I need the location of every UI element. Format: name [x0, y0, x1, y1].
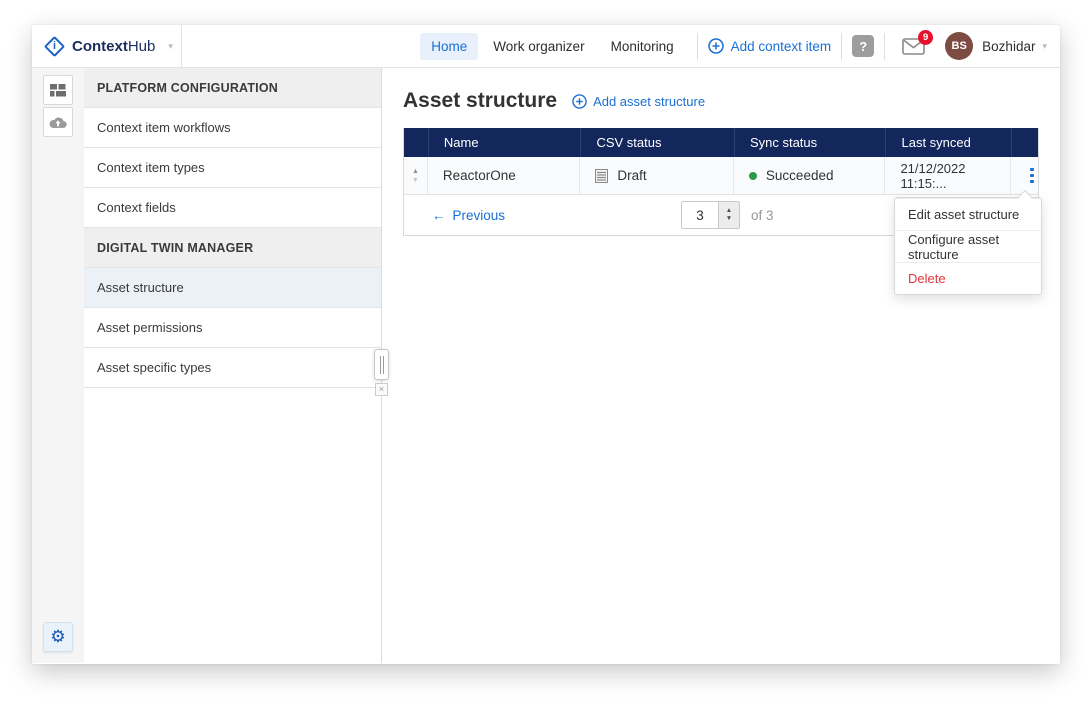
- user-menu[interactable]: BS Bozhidar ▾: [932, 32, 1047, 60]
- cell-name: ReactorOne: [428, 157, 581, 194]
- notification-badge: 9: [918, 29, 934, 45]
- row-reorder-cell: ▲ ▼: [404, 157, 428, 194]
- chevron-down-icon: ▾: [168, 40, 173, 51]
- gear-icon: ⚙: [50, 627, 66, 646]
- previous-page-button[interactable]: ← Previous: [432, 208, 505, 223]
- column-header-name: Name: [427, 128, 581, 157]
- divider: [841, 32, 843, 60]
- column-header-sync-status: Sync status: [733, 128, 886, 157]
- nav-item-context-fields[interactable]: Context fields: [84, 188, 381, 228]
- cloud-upload-button[interactable]: [43, 107, 73, 137]
- user-name: Bozhidar: [982, 38, 1036, 54]
- icon-rail: ⚙: [32, 68, 84, 663]
- nav-item-context-item-types[interactable]: Context item types: [84, 148, 381, 188]
- cell-csv-status: Draft: [580, 157, 734, 194]
- divider: [884, 32, 886, 60]
- section-header-platform-configuration: PLATFORM CONFIGURATION: [84, 68, 381, 108]
- reorder-column-header: [404, 128, 428, 157]
- help-button[interactable]: ?: [852, 35, 875, 57]
- cell-sync-status: Succeeded: [734, 157, 886, 194]
- page-title: Asset structure: [403, 89, 558, 112]
- topbar: i ContextHub ▾ Home Work organizer Monit…: [32, 25, 1060, 68]
- divider: [696, 32, 698, 60]
- table-header-row: Name CSV status Sync status Last synced: [404, 128, 1038, 157]
- page-number-input[interactable]: [681, 201, 719, 229]
- contexthub-logo-icon: i: [43, 35, 66, 57]
- menu-item-delete[interactable]: Delete: [895, 262, 1041, 294]
- tab-home[interactable]: Home: [420, 32, 479, 60]
- document-icon: [595, 168, 609, 183]
- panel-scrollbar: ×: [374, 349, 389, 396]
- plus-circle-icon: [707, 38, 724, 54]
- nav-item-context-item-workflows[interactable]: Context item workflows: [84, 108, 381, 148]
- page-count-label: of 3: [751, 207, 774, 223]
- layout-grid-icon: [50, 83, 66, 96]
- stepper-up-icon[interactable]: ▲: [726, 207, 732, 215]
- row-actions-context-menu: Edit asset structure Configure asset str…: [894, 189, 1042, 295]
- notifications-button[interactable]: 9: [902, 29, 934, 55]
- add-context-item-button[interactable]: Add context item: [707, 38, 831, 54]
- app-window: i ContextHub ▾ Home Work organizer Monit…: [32, 25, 1060, 664]
- nav-item-asset-specific-types[interactable]: Asset specific types: [84, 348, 381, 388]
- menu-item-configure-asset-structure[interactable]: Configure asset structure: [895, 230, 1041, 262]
- cloud-upload-icon: [49, 117, 67, 128]
- row-actions-kebab-icon[interactable]: [1026, 164, 1038, 188]
- menu-item-edit-asset-structure[interactable]: Edit asset structure: [895, 198, 1041, 230]
- brand-switcher[interactable]: i ContextHub ▾: [32, 25, 182, 67]
- chevron-down-icon: ▾: [1042, 40, 1047, 51]
- stepper-down-icon[interactable]: ▼: [726, 215, 732, 223]
- title-row: Asset structure Add asset structure: [403, 89, 1040, 113]
- column-header-last-synced: Last synced: [885, 128, 1011, 157]
- column-header-csv-status: CSV status: [580, 128, 734, 157]
- cell-last-synced: 21/12/2022 11:15:...: [885, 157, 1012, 194]
- cell-actions: [1011, 157, 1038, 194]
- actions-column-header: [1011, 128, 1038, 157]
- avatar: BS: [945, 32, 974, 60]
- left-arrow-icon: ←: [432, 207, 446, 223]
- section-header-digital-twin-manager: DIGITAL TWIN MANAGER: [84, 228, 381, 268]
- scrollbar-close-button[interactable]: ×: [375, 383, 388, 396]
- config-nav-panel: PLATFORM CONFIGURATION Context item work…: [84, 68, 389, 663]
- table-row: ▲ ▼ ReactorOne Draft Succeeded 21/12/202…: [404, 157, 1038, 195]
- page-number-group: ▲ ▼ of 3: [681, 201, 774, 229]
- tab-work-organizer[interactable]: Work organizer: [482, 33, 595, 60]
- plus-circle-icon: [572, 93, 587, 109]
- topbar-right: Home Work organizer Monitoring Add conte…: [182, 25, 1060, 67]
- body: ⚙ PLATFORM CONFIGURATION Context item wo…: [32, 68, 1060, 663]
- nav-item-asset-permissions[interactable]: Asset permissions: [84, 308, 381, 348]
- settings-button[interactable]: ⚙: [43, 622, 73, 652]
- nav-item-asset-structure[interactable]: Asset structure: [84, 268, 381, 308]
- move-up-icon[interactable]: ▲: [412, 168, 419, 175]
- page-number-stepper[interactable]: ▲ ▼: [719, 201, 740, 229]
- apps-layout-button[interactable]: [43, 75, 73, 105]
- main-content: Asset structure Add asset structure Name…: [382, 68, 1060, 663]
- move-down-icon[interactable]: ▼: [412, 177, 419, 184]
- tab-monitoring[interactable]: Monitoring: [600, 33, 685, 60]
- success-status-dot: [748, 171, 757, 180]
- add-asset-structure-button[interactable]: Add asset structure: [572, 94, 705, 109]
- scrollbar-thumb[interactable]: [374, 349, 389, 380]
- brand-name: ContextHub: [72, 37, 156, 55]
